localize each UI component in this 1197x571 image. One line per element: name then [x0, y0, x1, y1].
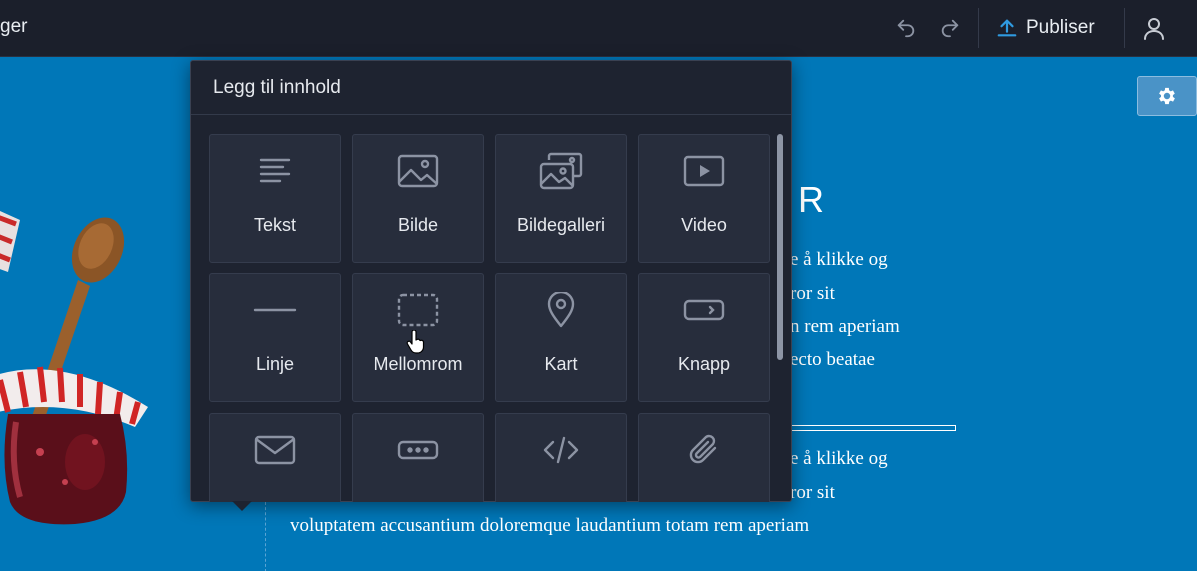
text-line[interactable]: e å klikke og	[790, 243, 888, 276]
tile-label: Mellomrom	[373, 354, 463, 374]
tile-skjema[interactable]	[352, 413, 484, 502]
top-bar: ger Publiser	[0, 0, 1197, 57]
tile-label: Bildegalleri	[516, 215, 606, 235]
toolbar-separator	[978, 8, 979, 48]
map-pin-icon	[547, 292, 575, 328]
tile-label: Linje	[255, 354, 295, 374]
tile-label: Knapp	[677, 354, 731, 374]
gear-icon	[1159, 87, 1175, 105]
tile-kode[interactable]	[495, 413, 627, 502]
code-icon	[543, 436, 579, 464]
tile-bildegalleri[interactable]: Bildegalleri	[495, 134, 627, 263]
text-line[interactable]: voluptatem accusantium doloremque laudan…	[290, 509, 809, 542]
popup-title: Legg til innhold	[191, 61, 791, 115]
undo-icon	[897, 19, 915, 38]
tile-label: Kart	[544, 354, 578, 374]
upload-icon	[997, 19, 1017, 37]
redo-button[interactable]	[936, 14, 964, 42]
video-icon	[683, 155, 725, 187]
text-line[interactable]: ecto beatae	[790, 343, 875, 376]
section-heading[interactable]: R	[798, 179, 824, 221]
popup-scrollbar-thumb[interactable]	[777, 134, 783, 360]
tile-bilde[interactable]: Bilde	[352, 134, 484, 263]
tile-e-post[interactable]	[209, 413, 341, 502]
text-line[interactable]: n rem aperiam	[790, 310, 900, 343]
paperclip-icon	[689, 434, 717, 464]
popup-pointer	[232, 501, 252, 511]
redo-icon	[941, 19, 959, 38]
breadcrumb-fragment[interactable]: ger	[0, 16, 27, 38]
jam-jar-image[interactable]	[0, 202, 155, 532]
form-field-icon	[397, 440, 439, 460]
button-icon	[683, 299, 725, 321]
tile-label: Video	[681, 215, 727, 235]
undo-button[interactable]	[892, 14, 920, 42]
column-guide	[265, 502, 266, 571]
toolbar-separator	[1124, 8, 1125, 48]
spacer-icon	[397, 293, 439, 327]
gallery-icon	[539, 152, 583, 190]
account-button[interactable]	[1140, 14, 1168, 42]
tile-video[interactable]: Video	[638, 134, 770, 263]
tile-vedlegg[interactable]	[638, 413, 770, 502]
publish-label: Publiser	[1026, 17, 1095, 38]
text-line[interactable]: ror sit	[790, 476, 835, 509]
content-type-grid: Tekst Bilde Bildegalleri Video Linje Mel…	[209, 134, 771, 502]
tile-kart[interactable]: Kart	[495, 273, 627, 402]
line-icon	[253, 308, 297, 312]
image-icon	[397, 154, 439, 188]
tile-knapp[interactable]: Knapp	[638, 273, 770, 402]
text-line[interactable]: e å klikke og	[790, 442, 888, 475]
tile-label: Bilde	[397, 215, 439, 235]
add-content-popup: Legg til innhold Tekst Bilde Bildegaller…	[190, 60, 792, 502]
section-settings-button[interactable]	[1137, 76, 1197, 116]
tile-tekst[interactable]: Tekst	[209, 134, 341, 263]
user-icon	[1144, 18, 1164, 40]
text-line[interactable]: ror sit	[790, 277, 835, 310]
tile-linje[interactable]: Linje	[209, 273, 341, 402]
mail-icon	[254, 435, 296, 465]
publish-button[interactable]: Publiser	[996, 14, 1095, 42]
hand-cursor-icon	[406, 330, 425, 354]
text-lines-icon	[259, 158, 291, 183]
tile-label: Tekst	[253, 215, 296, 235]
horizontal-divider[interactable]	[790, 425, 956, 431]
